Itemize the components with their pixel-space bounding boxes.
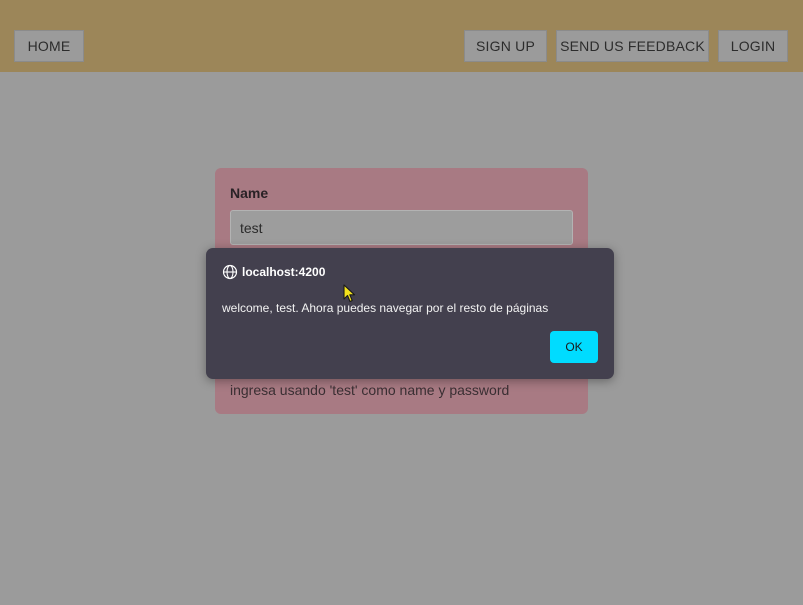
name-input[interactable]: test [230, 210, 573, 245]
mouse-cursor-icon [343, 284, 357, 304]
ok-button[interactable]: OK [550, 331, 598, 363]
page: HOME SIGN UP SEND US FEEDBACK LOGIN Name… [0, 0, 803, 605]
login-button[interactable]: LOGIN [718, 30, 788, 62]
login-hint-text: ingresa usando 'test' como name y passwo… [230, 382, 510, 398]
dialog-origin: localhost:4200 [222, 264, 325, 280]
send-feedback-button[interactable]: SEND US FEEDBACK [556, 30, 709, 62]
alert-dialog: localhost:4200 welcome, test. Ahora pued… [206, 248, 614, 379]
dialog-origin-text: localhost:4200 [242, 265, 326, 279]
name-label: Name [230, 185, 269, 201]
sign-up-button[interactable]: SIGN UP [464, 30, 547, 62]
dialog-message: welcome, test. Ahora puedes navegar por … [222, 301, 549, 315]
home-button[interactable]: HOME [14, 30, 84, 62]
top-navbar: HOME SIGN UP SEND US FEEDBACK LOGIN [0, 0, 803, 72]
name-input-value: test [240, 219, 263, 236]
globe-icon [222, 264, 238, 280]
